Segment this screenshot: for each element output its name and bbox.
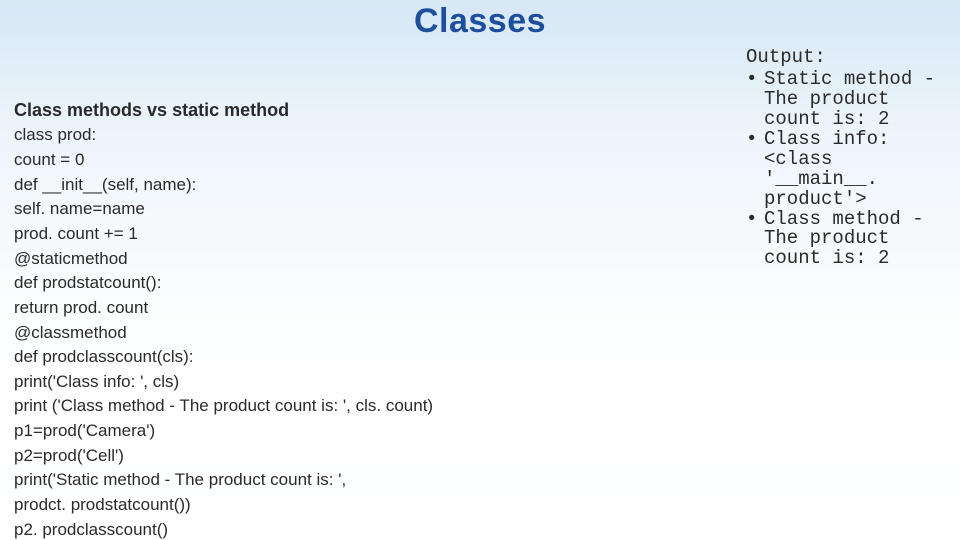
code-line: def prodstatcount(): — [14, 273, 161, 292]
output-column: Output: Static method - The product coun… — [746, 48, 946, 269]
code-line: print('Class info: ', cls) — [14, 372, 179, 391]
code-column: Class methods vs static method class prod… — [14, 48, 714, 540]
code-line: print('Static method - The product count… — [14, 470, 346, 489]
code-line: self. name=name — [14, 199, 145, 218]
code-line: prod. count += 1 — [14, 224, 138, 243]
output-list: Static method - The product count is: 2 … — [746, 70, 946, 269]
output-bullet: Class method - The product count is: 2 — [746, 210, 946, 270]
code-line: def __init__(self, name): — [14, 175, 196, 194]
code-line: count = 0 — [14, 150, 84, 169]
output-bullet: Static method - The product count is: 2 — [746, 70, 946, 130]
code-line: def prodclasscount(cls): — [14, 347, 194, 366]
code-line: p2. prodclasscount() — [14, 520, 168, 539]
code-line: @staticmethod — [14, 249, 128, 268]
code-line: class prod: — [14, 125, 96, 144]
output-label: Output: — [746, 48, 946, 68]
slide-title: Classes — [0, 2, 960, 41]
output-bullet: Class info: <class '__main__. product'> — [746, 130, 946, 210]
code-line: print ('Class method - The product count… — [14, 396, 433, 415]
code-line: p2=prod('Cell') — [14, 446, 124, 465]
code-heading: Class methods vs static method — [14, 97, 714, 123]
code-line: return prod. count — [14, 298, 148, 317]
code-line: prodct. prodstatcount()) — [14, 495, 191, 514]
code-line: p1=prod('Camera') — [14, 421, 155, 440]
code-line: @classmethod — [14, 323, 127, 342]
